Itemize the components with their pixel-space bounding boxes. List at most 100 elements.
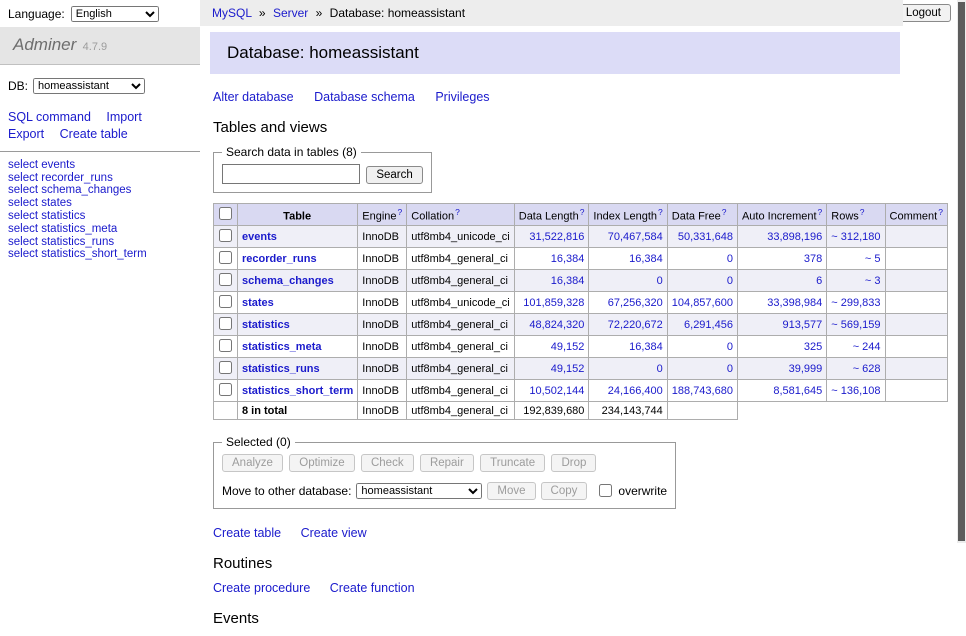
table-name-link[interactable]: statistics_runs (242, 363, 320, 375)
sidebar-table-link[interactable]: select schema_changes (8, 184, 192, 197)
row-checkbox[interactable] (219, 273, 232, 286)
breadcrumb-driver-link[interactable]: MySQL (212, 6, 252, 20)
selected-action-button[interactable]: Truncate (480, 454, 545, 472)
index-length-link[interactable]: 67,256,320 (608, 297, 663, 309)
index-length-link[interactable]: 72,220,672 (608, 319, 663, 331)
data-length-link[interactable]: 31,522,816 (529, 231, 584, 243)
sidebar-table-link[interactable]: select states (8, 197, 192, 210)
data-length-link[interactable]: 16,384 (551, 275, 585, 287)
row-checkbox[interactable] (219, 295, 232, 308)
logout-button[interactable]: Logout (896, 4, 951, 22)
data-length-link[interactable]: 10,502,144 (529, 385, 584, 397)
table-name-link[interactable]: schema_changes (242, 275, 334, 287)
data-free-link[interactable]: 188,743,680 (672, 385, 733, 397)
auto-increment-link[interactable]: 378 (804, 253, 822, 265)
selected-action-button[interactable]: Repair (420, 454, 474, 472)
sidebar-table-link[interactable]: select statistics (8, 210, 192, 223)
selected-action-button[interactable]: Check (361, 454, 414, 472)
db-action-link[interactable]: Alter database (213, 90, 294, 104)
column-help-link[interactable]: ? (580, 207, 585, 217)
routine-create-link[interactable]: Create function (330, 581, 415, 595)
index-length-link[interactable]: 0 (657, 363, 663, 375)
row-checkbox[interactable] (219, 251, 232, 264)
rows-count-link[interactable]: ~ 628 (853, 363, 881, 375)
move-button[interactable]: Move (487, 482, 535, 500)
routine-create-link[interactable]: Create procedure (213, 581, 310, 595)
rows-count-link[interactable]: ~ 312,180 (831, 231, 880, 243)
overwrite-checkbox[interactable] (599, 484, 612, 497)
sidebar-table-link[interactable]: select statistics_runs (8, 236, 192, 249)
sidebar-table-link[interactable]: select statistics_meta (8, 223, 192, 236)
index-length-link[interactable]: 16,384 (629, 341, 663, 353)
scrollbar-thumb[interactable] (958, 2, 965, 541)
column-help-link[interactable]: ? (398, 207, 403, 217)
auto-increment-link[interactable]: 8,581,645 (773, 385, 822, 397)
column-help-link[interactable]: ? (860, 207, 865, 217)
select-all-checkbox[interactable] (219, 207, 232, 220)
data-free-link[interactable]: 0 (727, 253, 733, 265)
auto-increment-link[interactable]: 33,898,196 (767, 231, 822, 243)
selected-action-button[interactable]: Analyze (222, 454, 283, 472)
table-name-link[interactable]: events (242, 231, 277, 243)
db-select[interactable]: homeassistant (33, 78, 145, 94)
auto-increment-link[interactable]: 33,398,984 (767, 297, 822, 309)
data-free-link[interactable]: 0 (727, 275, 733, 287)
overwrite-option[interactable]: overwrite (595, 481, 667, 500)
selected-action-button[interactable]: Drop (551, 454, 596, 472)
table-name-link[interactable]: statistics_short_term (242, 385, 353, 397)
import-link[interactable]: Import (106, 110, 141, 124)
row-checkbox[interactable] (219, 361, 232, 374)
copy-button[interactable]: Copy (541, 482, 588, 500)
rows-count-link[interactable]: ~ 5 (865, 253, 881, 265)
rows-count-link[interactable]: ~ 244 (853, 341, 881, 353)
move-db-select[interactable]: homeassistant (356, 483, 482, 499)
db-action-link[interactable]: Database schema (314, 90, 415, 104)
index-length-link[interactable]: 0 (657, 275, 663, 287)
sidebar-create-table-link[interactable]: Create table (60, 127, 128, 141)
data-free-link[interactable]: 6,291,456 (684, 319, 733, 331)
row-checkbox[interactable] (219, 339, 232, 352)
db-action-link[interactable]: Privileges (435, 90, 489, 104)
data-free-link[interactable]: 0 (727, 363, 733, 375)
data-length-link[interactable]: 48,824,320 (529, 319, 584, 331)
data-free-link[interactable]: 0 (727, 341, 733, 353)
table-name-link[interactable]: statistics_meta (242, 341, 322, 353)
column-help-link[interactable]: ? (455, 207, 460, 217)
data-free-link[interactable]: 104,857,600 (672, 297, 733, 309)
data-length-link[interactable]: 16,384 (551, 253, 585, 265)
data-free-link[interactable]: 50,331,648 (678, 231, 733, 243)
create-link[interactable]: Create view (301, 526, 367, 540)
row-checkbox[interactable] (219, 383, 232, 396)
auto-increment-link[interactable]: 6 (816, 275, 822, 287)
export-link[interactable]: Export (8, 127, 44, 141)
rows-count-link[interactable]: ~ 136,108 (831, 385, 880, 397)
selected-action-button[interactable]: Optimize (289, 454, 354, 472)
language-select[interactable]: English (71, 6, 159, 22)
auto-increment-link[interactable]: 913,577 (783, 319, 823, 331)
table-name-link[interactable]: recorder_runs (242, 253, 317, 265)
column-help-link[interactable]: ? (818, 207, 823, 217)
search-button[interactable]: Search (366, 166, 422, 184)
data-length-link[interactable]: 49,152 (551, 341, 585, 353)
row-checkbox[interactable] (219, 317, 232, 330)
row-checkbox[interactable] (219, 229, 232, 242)
rows-count-link[interactable]: ~ 569,159 (831, 319, 880, 331)
column-help-link[interactable]: ? (938, 207, 943, 217)
sidebar-table-link[interactable]: select events (8, 159, 192, 172)
create-link[interactable]: Create table (213, 526, 281, 540)
table-name-link[interactable]: statistics (242, 319, 290, 331)
data-length-link[interactable]: 101,859,328 (523, 297, 584, 309)
index-length-link[interactable]: 70,467,584 (608, 231, 663, 243)
adminer-logo-name[interactable]: Adminer (13, 35, 76, 54)
data-length-link[interactable]: 49,152 (551, 363, 585, 375)
column-help-link[interactable]: ? (722, 207, 727, 217)
sidebar-table-link[interactable]: select recorder_runs (8, 172, 192, 185)
auto-increment-link[interactable]: 39,999 (789, 363, 823, 375)
rows-count-link[interactable]: ~ 3 (865, 275, 881, 287)
column-help-link[interactable]: ? (658, 207, 663, 217)
sql-command-link[interactable]: SQL command (8, 110, 91, 124)
vertical-scrollbar[interactable] (957, 0, 966, 543)
rows-count-link[interactable]: ~ 299,833 (831, 297, 880, 309)
index-length-link[interactable]: 16,384 (629, 253, 663, 265)
table-name-link[interactable]: states (242, 297, 274, 309)
